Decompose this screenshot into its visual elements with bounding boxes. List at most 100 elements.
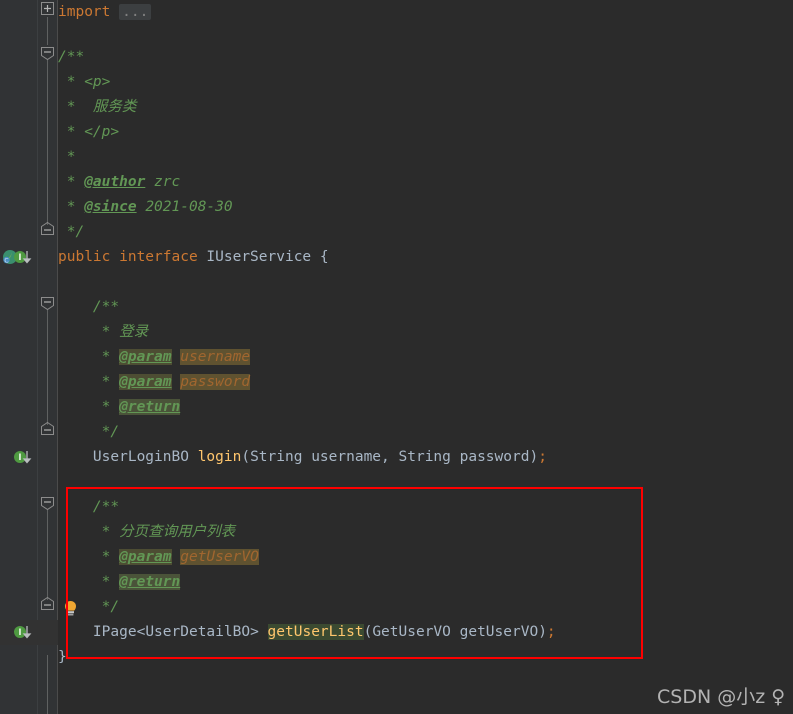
code-token: * [58,149,76,165]
code-token: getUserVO) [450,624,547,640]
code-line[interactable]: * @param password [58,370,251,395]
code-token: @since [84,199,137,215]
code-token: @param [119,549,172,565]
code-token: UserDetailBO [145,624,251,640]
fold-guide-line [47,655,48,714]
fold-toggle-icon[interactable] [41,497,56,512]
code-line[interactable]: * @author zrc [58,170,181,195]
code-text-area[interactable]: import ... /** * <p> * 服务类 * </p> * * @au… [58,0,793,714]
code-token: UserLoginBO [92,449,189,465]
code-token: ; [546,624,556,640]
code-token: ( [363,624,373,640]
code-token: @param [119,374,172,390]
code-token: * 分页查询用户列表 [58,524,236,540]
code-token: IUserService [206,249,312,265]
fold-guide-line [47,310,48,425]
code-token: public interface [58,249,207,265]
code-token: @return [119,399,181,415]
code-token: * [58,174,85,190]
code-line[interactable]: */ [58,420,119,445]
fold-toggle-icon[interactable] [41,2,56,17]
code-token: } [58,649,67,665]
code-token: /** [58,299,120,315]
code-line[interactable]: /** [58,295,119,320]
code-line[interactable]: import ... [58,0,152,25]
code-token: getUserVO [180,549,259,565]
code-token: String [250,449,303,465]
csdn-watermark: CSDN @小z ♀ [657,686,786,708]
code-token: username, [302,449,399,465]
code-token: ... [119,4,152,20]
fold-toggle-icon[interactable] [41,297,56,312]
svg-text:I: I [18,253,21,263]
code-token: /** [58,499,120,515]
code-line[interactable]: UserLoginBO login(String username, Strin… [58,445,547,470]
code-token: */ [58,424,120,440]
code-token: ; [538,449,547,465]
code-line[interactable]: * @param getUserVO [58,545,259,570]
code-token: * [58,374,120,390]
code-token: @param [119,349,172,365]
svg-text:I: I [18,628,21,638]
fold-guide-line [47,17,48,45]
code-token: ( [241,449,251,465]
code-line[interactable]: IPage<UserDetailBO> getUserList(GetUserV… [58,620,556,645]
code-token: * 服务类 [58,99,137,115]
code-token: 2021-08-30 [136,199,233,215]
code-token: @author [84,174,146,190]
code-token: * <p> [58,74,111,90]
code-token: String [398,449,451,465]
code-token: > [250,624,268,640]
code-token: * [58,549,120,565]
fold-toggle-icon[interactable] [41,597,56,612]
code-token: password [180,374,251,390]
code-token: import [58,4,120,20]
implemented-down-icon[interactable]: I [14,623,34,647]
code-editor-window: import ... /** * <p> * 服务类 * </p> * * @au… [0,0,793,714]
code-token: * </p> [58,124,120,140]
code-line[interactable]: public interface IUserService { [58,245,329,270]
code-token: login [197,449,242,465]
code-line[interactable]: * @return [58,395,181,420]
code-line[interactable]: * @param username [58,345,251,370]
code-line[interactable]: /** [58,495,119,520]
code-line[interactable]: /** [58,45,84,70]
code-line[interactable]: * @since 2021-08-30 [58,195,233,220]
code-line[interactable]: */ [58,220,84,245]
code-token: */ [58,224,85,240]
code-line[interactable]: } [58,645,67,670]
fold-toggle-icon[interactable] [41,222,56,237]
code-token: { [311,249,329,265]
code-token: * 登录 [58,324,149,340]
svg-text:C: C [4,258,8,265]
code-token: username [180,349,251,365]
code-token: < [136,624,146,640]
code-token: /** [58,49,85,65]
code-line[interactable]: * 登录 [58,320,148,345]
code-line[interactable]: * @return [58,570,181,595]
implemented-down-icon[interactable]: I [14,248,34,272]
code-line[interactable]: * <p> [58,70,111,95]
code-line[interactable]: * 分页查询用户列表 [58,520,235,545]
editor-gutter[interactable] [0,0,37,714]
code-line[interactable]: * 服务类 [58,95,137,120]
fold-toggle-icon[interactable] [41,47,56,62]
implemented-down-icon[interactable]: I [14,448,34,472]
code-line[interactable]: * </p> [58,120,119,145]
code-token: * [58,574,120,590]
code-token: @return [119,574,181,590]
code-token: password) [450,449,539,465]
code-token: IPage [92,624,137,640]
code-token: getUserList [267,624,364,640]
intention-lightbulb-icon[interactable] [63,600,77,616]
code-token: zrc [145,174,181,190]
code-token: * [58,349,120,365]
fold-toggle-icon[interactable] [41,422,56,437]
code-line[interactable]: * [58,145,76,170]
code-token: * [58,399,120,415]
